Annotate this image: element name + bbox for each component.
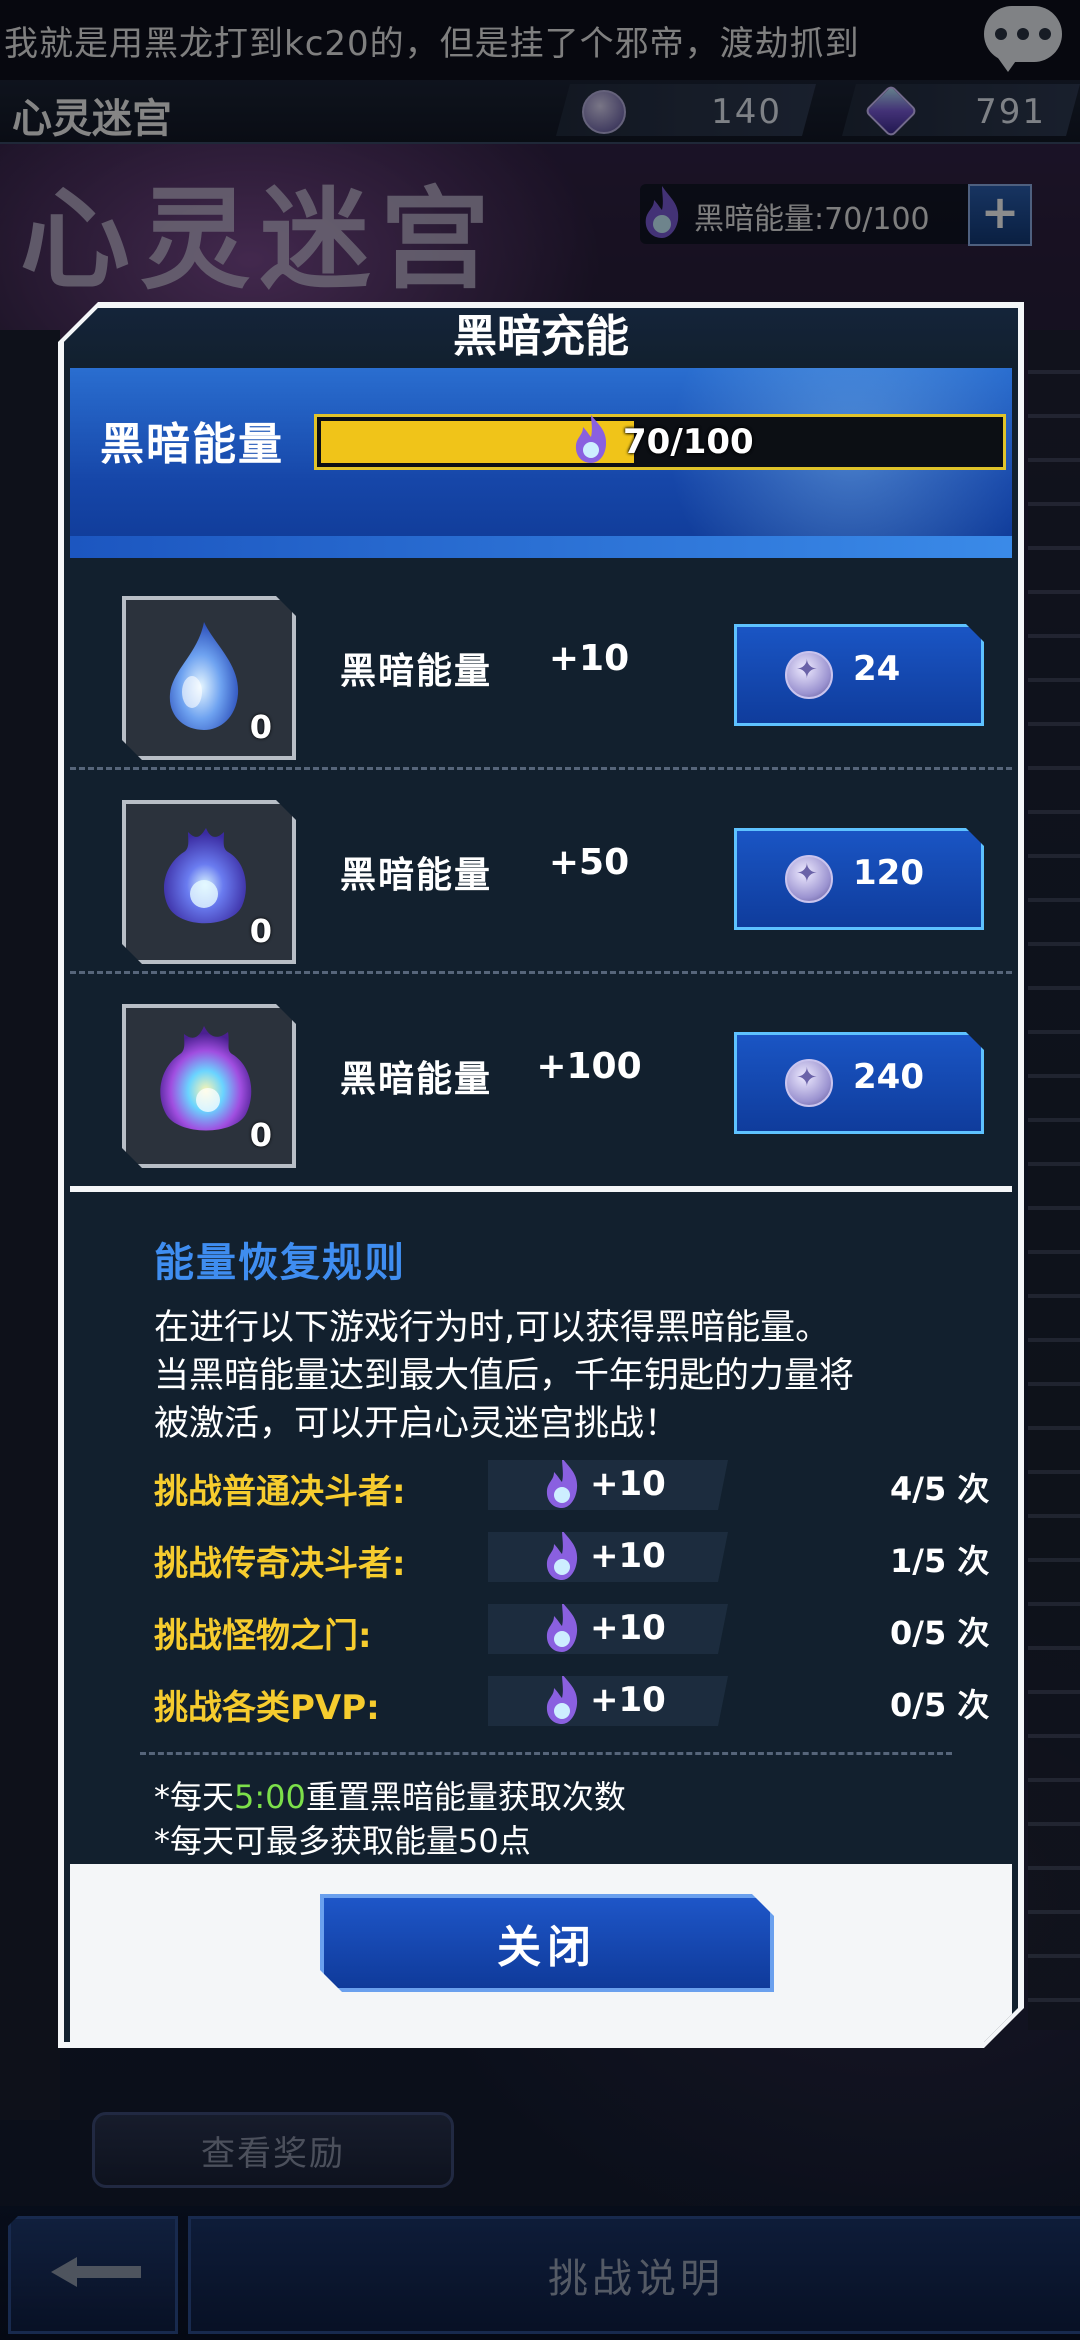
- dark-flame-icon: [542, 1528, 582, 1582]
- item-slot[interactable]: 0: [122, 800, 296, 964]
- buy-button[interactable]: 120: [734, 828, 984, 930]
- rule-amount: +10: [590, 1680, 666, 1720]
- item-count: 0: [249, 708, 272, 746]
- rule-row: 挑战怪物之门: +10 0/5 次: [154, 1604, 1014, 1656]
- rule-reward: +10: [488, 1460, 728, 1510]
- coin-icon: [785, 1059, 833, 1107]
- rule-amount: +10: [590, 1608, 666, 1648]
- header-stripe: [70, 536, 1012, 558]
- energy-item-list: 0 黑暗能量 +10 24 0: [70, 566, 1012, 1178]
- limit-note: *每天可最多获取能量50点: [154, 1822, 531, 1860]
- item-label: 黑暗能量: [340, 651, 493, 692]
- rule-name: 挑战怪物之门:: [154, 1616, 372, 1656]
- energy-label: 黑暗能量: [100, 419, 284, 470]
- list-item: 0 黑暗能量 +10 24: [70, 566, 1012, 770]
- rule-name: 挑战普通决斗者:: [154, 1472, 406, 1512]
- item-amount: +10: [548, 638, 630, 679]
- buy-button[interactable]: 240: [734, 1032, 984, 1134]
- item-slot[interactable]: 0: [122, 1004, 296, 1168]
- dark-flame-icon: [542, 1600, 582, 1654]
- coin-icon: [785, 855, 833, 903]
- item-slot[interactable]: 0: [122, 596, 296, 760]
- energy-progress-text: 70/100: [623, 422, 754, 462]
- energy-progress-bar: 70/100: [314, 414, 1006, 470]
- rule-amount: +10: [590, 1536, 666, 1576]
- rule-name: 挑战传奇决斗者:: [154, 1544, 406, 1584]
- buy-price: 24: [853, 649, 901, 689]
- rules-title: 能量恢复规则: [154, 1240, 406, 1286]
- rule-row: 挑战传奇决斗者: +10 1/5 次: [154, 1532, 1014, 1584]
- item-count: 0: [249, 912, 272, 950]
- rule-reward: +10: [488, 1604, 728, 1654]
- rule-reward: +10: [488, 1676, 728, 1726]
- item-label: 黑暗能量: [340, 855, 493, 896]
- rule-count: 0/5 次: [890, 1686, 990, 1724]
- buy-button[interactable]: 24: [734, 624, 984, 726]
- rules-desc-line: 在进行以下游戏行为时,可以获得黑暗能量。: [154, 1308, 831, 1348]
- rule-reward: +10: [488, 1532, 728, 1582]
- dark-charge-dialog: 黑暗充能 黑暗能量 70/100 0 黑暗能量 +10 ✦ 24 0 黑暗能量 …: [58, 302, 1024, 2048]
- reset-note: *每天5:00重置黑暗能量获取次数: [154, 1772, 626, 1818]
- close-button[interactable]: 关闭: [320, 1894, 774, 1992]
- list-item: 0 黑暗能量 +50 120: [70, 770, 1012, 974]
- divider: [140, 1752, 952, 1755]
- item-amount: +50: [548, 842, 630, 883]
- section-separator: [70, 1186, 1012, 1192]
- item-label: 黑暗能量: [340, 1059, 493, 1100]
- rule-name: 挑战各类PVP:: [154, 1688, 380, 1728]
- rule-row: 挑战普通决斗者: +10 4/5 次: [154, 1460, 1014, 1512]
- dark-flame-icon: [571, 413, 611, 465]
- buy-price: 240: [853, 1057, 924, 1097]
- rules-description: 在进行以下游戏行为时,可以获得黑暗能量。 当黑暗能量达到最大值后，千年钥匙的力量…: [154, 1304, 974, 1448]
- rule-count: 1/5 次: [890, 1542, 990, 1580]
- item-count: 0: [249, 1116, 272, 1154]
- note-suffix: 重置黑暗能量获取次数: [305, 1778, 626, 1816]
- item-amount: +100: [536, 1046, 642, 1087]
- rule-count: 4/5 次: [890, 1470, 990, 1508]
- rules-desc-line: 当黑暗能量达到最大值后，千年钥匙的力量将: [154, 1356, 855, 1396]
- rule-row: 挑战各类PVP: +10 0/5 次: [154, 1676, 1014, 1728]
- dialog-title: 黑暗充能: [64, 308, 1018, 368]
- dark-flame-icon: [542, 1672, 582, 1726]
- rules-desc-line: 被激活，可以开启心灵迷宫挑战！: [154, 1404, 680, 1444]
- note-prefix: *每天: [154, 1778, 235, 1816]
- reset-time: 5:00: [234, 1778, 306, 1816]
- buy-price: 120: [853, 853, 924, 893]
- rule-amount: +10: [590, 1464, 666, 1504]
- rule-count: 0/5 次: [890, 1614, 990, 1652]
- energy-header: 黑暗能量 70/100: [70, 368, 1012, 558]
- list-item: 0 黑暗能量 +100 240: [70, 974, 1012, 1178]
- recovery-rules: 能量恢复规则 在进行以下游戏行为时,可以获得黑暗能量。 当黑暗能量达到最大值后，…: [70, 1186, 1012, 1856]
- dark-flame-icon: [542, 1456, 582, 1510]
- dialog-body: 黑暗充能 黑暗能量 70/100 0 黑暗能量 +10 ✦ 24 0 黑暗能量 …: [64, 308, 1018, 2042]
- coin-icon: [785, 651, 833, 699]
